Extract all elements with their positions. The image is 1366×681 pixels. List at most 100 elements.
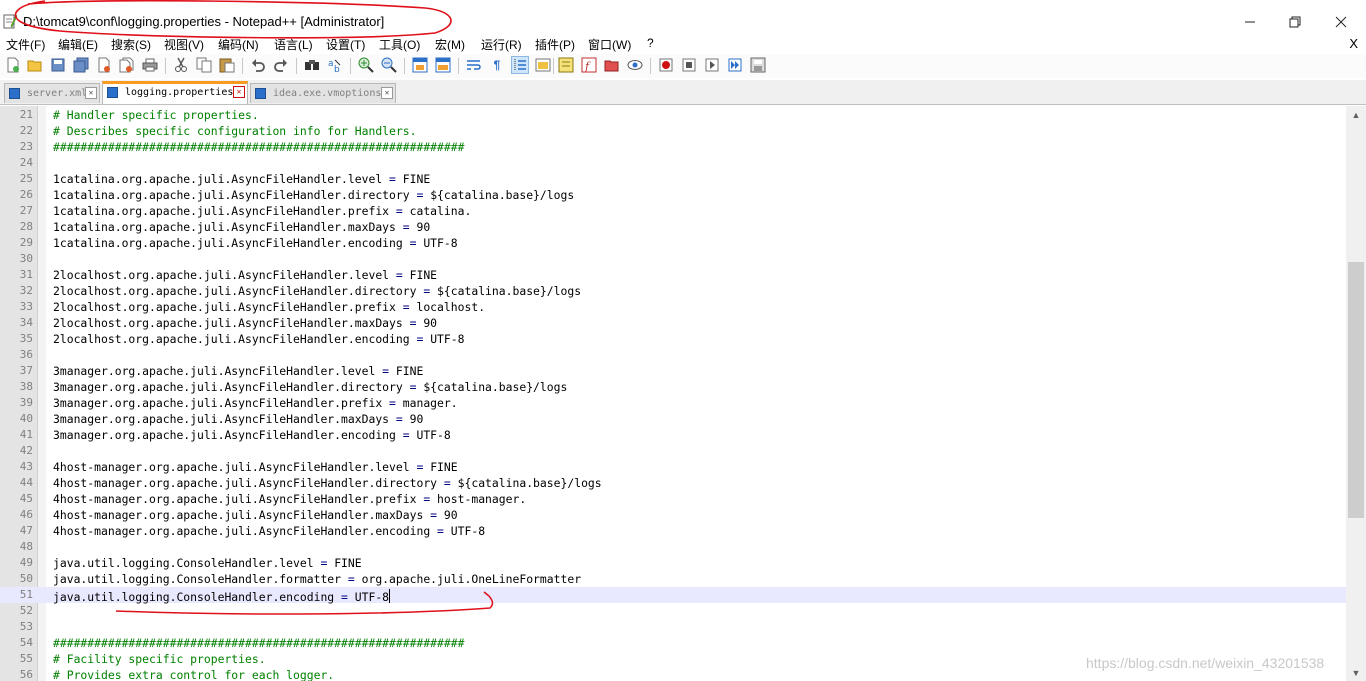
redo-icon[interactable] bbox=[273, 57, 289, 73]
menu-view[interactable]: 视图(V) bbox=[164, 36, 204, 53]
scroll-up-icon[interactable]: ▲ bbox=[1351, 110, 1361, 120]
restore-icon[interactable] bbox=[1284, 12, 1306, 32]
code-line[interactable]: 33 2localhost.org.apache.juli.AsyncFileHa… bbox=[0, 299, 1346, 315]
tab-label: idea.exe.vmoptions bbox=[273, 88, 382, 99]
code-line[interactable]: 43 4host-manager.org.apache.juli.AsyncFil… bbox=[0, 459, 1346, 475]
code-line[interactable]: 21 # Handler specific properties. bbox=[0, 107, 1346, 123]
copy-icon[interactable] bbox=[196, 57, 212, 73]
save-icon[interactable] bbox=[50, 57, 66, 73]
code-line[interactable]: 44 4host-manager.org.apache.juli.AsyncFil… bbox=[0, 475, 1346, 491]
open-file-icon[interactable] bbox=[27, 57, 43, 73]
code-line[interactable]: 41 3manager.org.apache.juli.AsyncFileHand… bbox=[0, 427, 1346, 443]
code-line[interactable]: 24 bbox=[0, 155, 1346, 171]
code-line[interactable]: 47 4host-manager.org.apache.juli.AsyncFil… bbox=[0, 523, 1346, 539]
record-macro-icon[interactable] bbox=[658, 57, 674, 73]
code-line[interactable]: 42 bbox=[0, 443, 1346, 459]
menu-plugins[interactable]: 插件(P) bbox=[535, 36, 575, 53]
menu-encoding[interactable]: 编码(N) bbox=[218, 36, 259, 53]
menu-file[interactable]: 文件(F) bbox=[6, 36, 45, 53]
line-number: 47 bbox=[19, 524, 33, 537]
code-line[interactable]: 31 2localhost.org.apache.juli.AsyncFileHa… bbox=[0, 267, 1346, 283]
zoom-out-icon[interactable] bbox=[381, 57, 397, 73]
find-icon[interactable] bbox=[304, 57, 320, 73]
menu-window[interactable]: 窗口(W) bbox=[588, 36, 631, 53]
code-line[interactable]: 37 3manager.org.apache.juli.AsyncFileHand… bbox=[0, 363, 1346, 379]
menu-language[interactable]: 语言(L) bbox=[274, 36, 313, 53]
code-line[interactable]: 54 ######################################… bbox=[0, 635, 1346, 651]
menu-tools[interactable]: 工具(O) bbox=[379, 36, 420, 53]
tab-close-icon[interactable]: ✕ bbox=[85, 87, 97, 99]
play-macro-icon[interactable] bbox=[704, 57, 720, 73]
line-number: 48 bbox=[19, 540, 33, 553]
property-value: UTF-8 bbox=[423, 236, 458, 250]
show-all-chars-icon[interactable]: ¶ bbox=[489, 57, 505, 73]
tab-close-icon[interactable]: ✕ bbox=[233, 86, 245, 98]
undo-icon[interactable] bbox=[250, 57, 266, 73]
code-line[interactable]: 26 1catalina.org.apache.juli.AsyncFileHan… bbox=[0, 187, 1346, 203]
tab-logging-properties[interactable]: logging.properties ✕ bbox=[102, 81, 248, 104]
paste-icon[interactable] bbox=[219, 57, 235, 73]
word-wrap-icon[interactable] bbox=[466, 57, 482, 73]
zoom-in-icon[interactable] bbox=[358, 57, 374, 73]
folder-workspace-icon[interactable] bbox=[604, 57, 620, 73]
code-line[interactable]: 32 2localhost.org.apache.juli.AsyncFileHa… bbox=[0, 283, 1346, 299]
close-document-button[interactable]: X bbox=[1349, 36, 1358, 51]
save-all-icon[interactable] bbox=[73, 57, 89, 73]
new-file-icon[interactable] bbox=[5, 57, 21, 73]
save-macro-icon[interactable] bbox=[750, 57, 766, 73]
code-line[interactable]: 53 bbox=[0, 619, 1346, 635]
vertical-scrollbar[interactable]: ▲ ▼ bbox=[1346, 106, 1366, 681]
code-line[interactable]: 36 bbox=[0, 347, 1346, 363]
code-line[interactable]: 22 # Describes specific configuration inf… bbox=[0, 123, 1346, 139]
code-line[interactable]: 52 bbox=[0, 603, 1346, 619]
code-line[interactable]: 25 1catalina.org.apache.juli.AsyncFileHan… bbox=[0, 171, 1346, 187]
scrollbar-thumb[interactable] bbox=[1348, 262, 1364, 518]
code-line[interactable]: 51 java.util.logging.ConsoleHandler.encod… bbox=[0, 587, 1346, 604]
document-map-icon[interactable] bbox=[558, 57, 574, 73]
sync-horizontal-icon[interactable] bbox=[435, 57, 451, 73]
code-line[interactable]: 48 bbox=[0, 539, 1346, 555]
function-list-icon[interactable]: f bbox=[581, 57, 597, 73]
code-line[interactable]: 35 2localhost.org.apache.juli.AsyncFileHa… bbox=[0, 331, 1346, 347]
code-line[interactable]: 39 3manager.org.apache.juli.AsyncFileHand… bbox=[0, 395, 1346, 411]
code-line[interactable]: 34 2localhost.org.apache.juli.AsyncFileHa… bbox=[0, 315, 1346, 331]
close-icon[interactable] bbox=[1330, 12, 1352, 32]
tab-close-icon[interactable]: ✕ bbox=[381, 87, 393, 99]
close-icon[interactable] bbox=[96, 57, 112, 73]
minimize-icon[interactable] bbox=[1239, 12, 1261, 32]
code-line[interactable]: 27 1catalina.org.apache.juli.AsyncFileHan… bbox=[0, 203, 1346, 219]
sync-vertical-icon[interactable] bbox=[412, 57, 428, 73]
monitoring-icon[interactable] bbox=[627, 57, 643, 73]
menu-settings[interactable]: 设置(T) bbox=[326, 36, 365, 53]
code-line[interactable]: 23 ######################################… bbox=[0, 139, 1346, 155]
run-macro-multiple-icon[interactable] bbox=[727, 57, 743, 73]
code-line[interactable]: 45 4host-manager.org.apache.juli.AsyncFil… bbox=[0, 491, 1346, 507]
code-line[interactable]: 49 java.util.logging.ConsoleHandler.level… bbox=[0, 555, 1346, 571]
editor-area[interactable]: 21 # Handler specific properties. 22 # Desc… bbox=[0, 106, 1346, 681]
menu-edit[interactable]: 编辑(E) bbox=[58, 36, 98, 53]
print-icon[interactable] bbox=[142, 57, 158, 73]
close-all-icon[interactable] bbox=[119, 57, 135, 73]
replace-icon[interactable]: ab bbox=[327, 57, 343, 73]
cut-icon[interactable] bbox=[173, 57, 189, 73]
code-line[interactable]: 28 1catalina.org.apache.juli.AsyncFileHan… bbox=[0, 219, 1346, 235]
stop-macro-icon[interactable] bbox=[681, 57, 697, 73]
tab-server-xml[interactable]: server.xml ✕ bbox=[4, 83, 100, 103]
toolbar-separator bbox=[242, 58, 243, 74]
menu-run[interactable]: 运行(R) bbox=[481, 36, 522, 53]
indent-guide-icon[interactable] bbox=[511, 56, 529, 74]
code-line[interactable]: 46 4host-manager.org.apache.juli.AsyncFil… bbox=[0, 507, 1346, 523]
scroll-down-icon[interactable]: ▼ bbox=[1351, 668, 1361, 678]
code-line[interactable]: 38 3manager.org.apache.juli.AsyncFileHand… bbox=[0, 379, 1346, 395]
assignment-operator: = bbox=[313, 556, 335, 570]
code-line[interactable]: 50 java.util.logging.ConsoleHandler.forma… bbox=[0, 571, 1346, 587]
code-line[interactable]: 30 bbox=[0, 251, 1346, 267]
code-line[interactable]: 40 3manager.org.apache.juli.AsyncFileHand… bbox=[0, 411, 1346, 427]
menu-help[interactable]: ? bbox=[647, 36, 654, 50]
tab-idea-exe-vmoptions[interactable]: idea.exe.vmoptions ✕ bbox=[250, 83, 396, 103]
code-line[interactable]: 29 1catalina.org.apache.juli.AsyncFileHan… bbox=[0, 235, 1346, 251]
menu-macro[interactable]: 宏(M) bbox=[435, 36, 465, 53]
menu-search[interactable]: 搜索(S) bbox=[111, 36, 151, 53]
property-key: 2localhost.org.apache.juli.AsyncFileHand… bbox=[53, 332, 410, 346]
user-language-icon[interactable] bbox=[535, 57, 551, 73]
